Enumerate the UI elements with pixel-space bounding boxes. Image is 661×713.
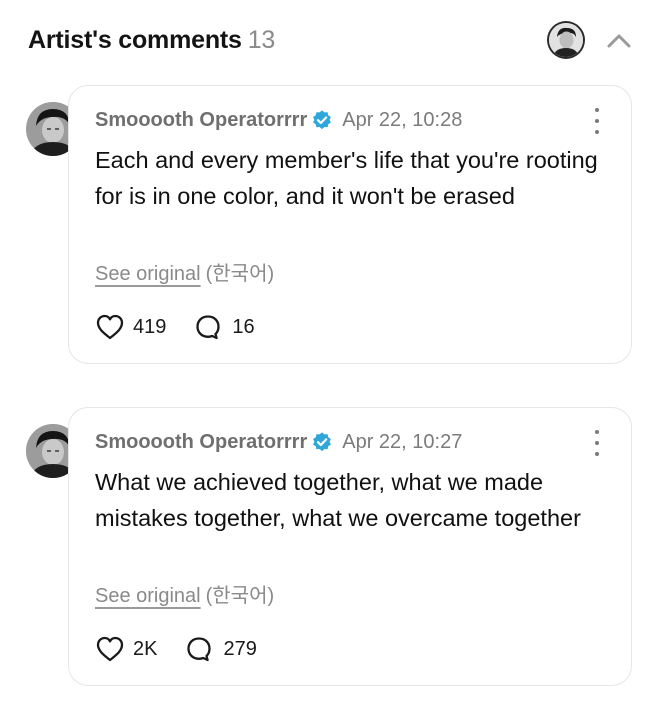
more-options-button[interactable] — [591, 108, 603, 134]
collapse-button[interactable] — [604, 28, 634, 54]
more-vertical-icon-dot — [595, 430, 599, 434]
comment-timestamp: Apr 22, 10:28 — [342, 108, 463, 131]
comment-count: 13 — [247, 26, 276, 54]
reply-count: 279 — [223, 637, 257, 660]
comment-meta: Smooooth Operatorrrr Apr 22, 10:27 — [95, 428, 462, 456]
original-language-label: (한국어) — [205, 263, 275, 285]
comment-author-name[interactable]: Smooooth Operatorrrr — [95, 431, 307, 454]
speech-bubble-icon — [187, 637, 212, 662]
comment-timestamp: Apr 22, 10:27 — [342, 430, 463, 453]
comments-header: Artist's comments 13 — [28, 22, 637, 62]
see-original-link[interactable]: See original — [95, 263, 201, 285]
section-title-label: Artist's comments — [28, 26, 242, 54]
chevron-up-icon — [607, 34, 631, 48]
see-original-link[interactable]: See original — [95, 585, 201, 607]
comment-actions: 2K 279 — [95, 635, 257, 663]
comment-meta: Smooooth Operatorrrr Apr 22, 10:28 — [95, 106, 462, 134]
comment-text: Each and every member's life that you're… — [95, 147, 598, 209]
more-vertical-icon-dot — [595, 452, 599, 456]
comment-actions: 419 16 — [95, 313, 255, 341]
like-count: 2K — [133, 637, 158, 660]
like-button[interactable]: 2K — [95, 635, 157, 663]
reply-button[interactable]: 279 — [185, 635, 257, 663]
more-vertical-icon-dot — [595, 130, 599, 134]
artist-avatar[interactable] — [549, 23, 583, 57]
like-button[interactable]: 419 — [95, 313, 166, 341]
section-title: Artist's comments 13 — [28, 26, 275, 55]
more-vertical-icon-dot — [595, 441, 599, 445]
speech-bubble-icon — [196, 315, 221, 340]
comment-card: Smooooth Operatorrrr Apr 22, 10:28 Each … — [68, 85, 632, 364]
comment-author-name[interactable]: Smooooth Operatorrrr — [95, 109, 307, 132]
artist-avatar-image — [549, 23, 583, 57]
comment-card: Smooooth Operatorrrr Apr 22, 10:27 What … — [68, 407, 632, 686]
heart-icon — [96, 314, 124, 340]
verified-badge-icon — [312, 432, 332, 452]
heart-icon — [96, 636, 124, 662]
verified-badge-icon — [312, 110, 332, 130]
reply-button[interactable]: 16 — [194, 313, 255, 341]
more-options-button[interactable] — [591, 430, 603, 456]
see-original-row: See original (한국어) — [95, 579, 274, 608]
more-vertical-icon-dot — [595, 119, 599, 123]
see-original-row: See original (한국어) — [95, 257, 274, 286]
original-language-label: (한국어) — [205, 585, 275, 607]
comment-text: What we achieved together, what we made … — [95, 469, 581, 531]
like-count: 419 — [133, 315, 167, 338]
more-vertical-icon-dot — [595, 108, 599, 112]
reply-count: 16 — [232, 315, 255, 338]
